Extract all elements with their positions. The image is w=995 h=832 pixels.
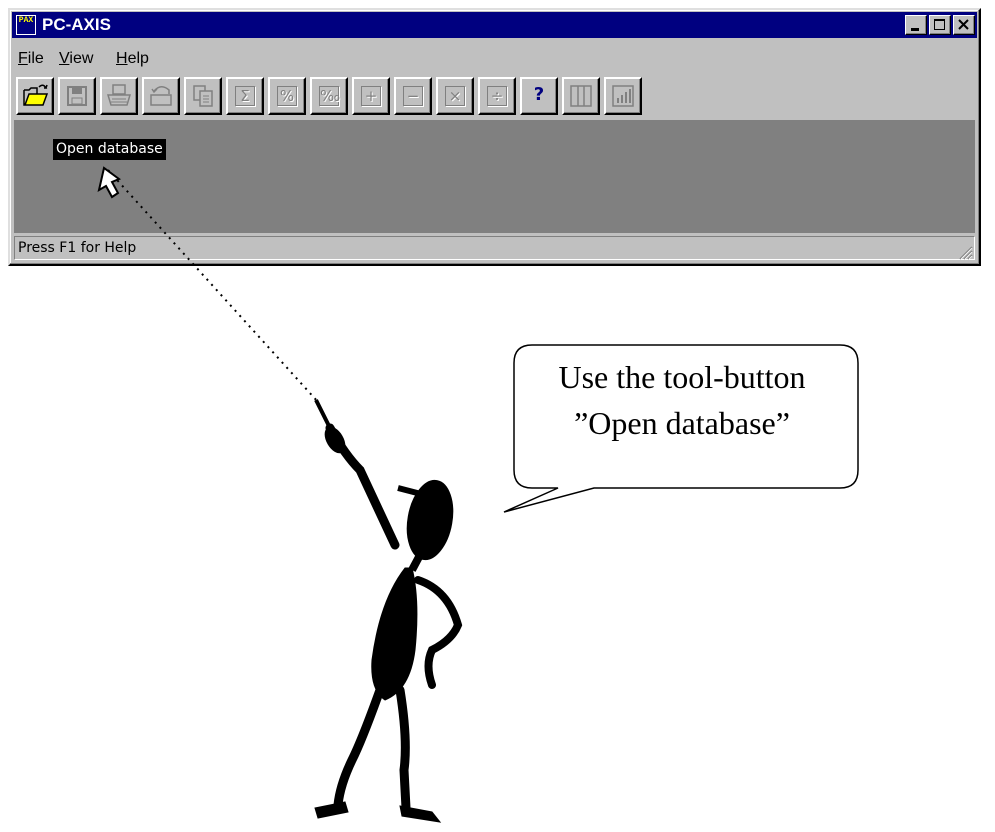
callout-line-2: ”Open database” (574, 405, 790, 441)
dotted-pointer-line (107, 169, 319, 403)
callout-line-1: Use the tool-button (558, 359, 806, 395)
stick-figure (314, 399, 463, 823)
callout-text: Use the tool-button ”Open database” (502, 354, 862, 446)
mouse-cursor-icon (97, 166, 122, 199)
